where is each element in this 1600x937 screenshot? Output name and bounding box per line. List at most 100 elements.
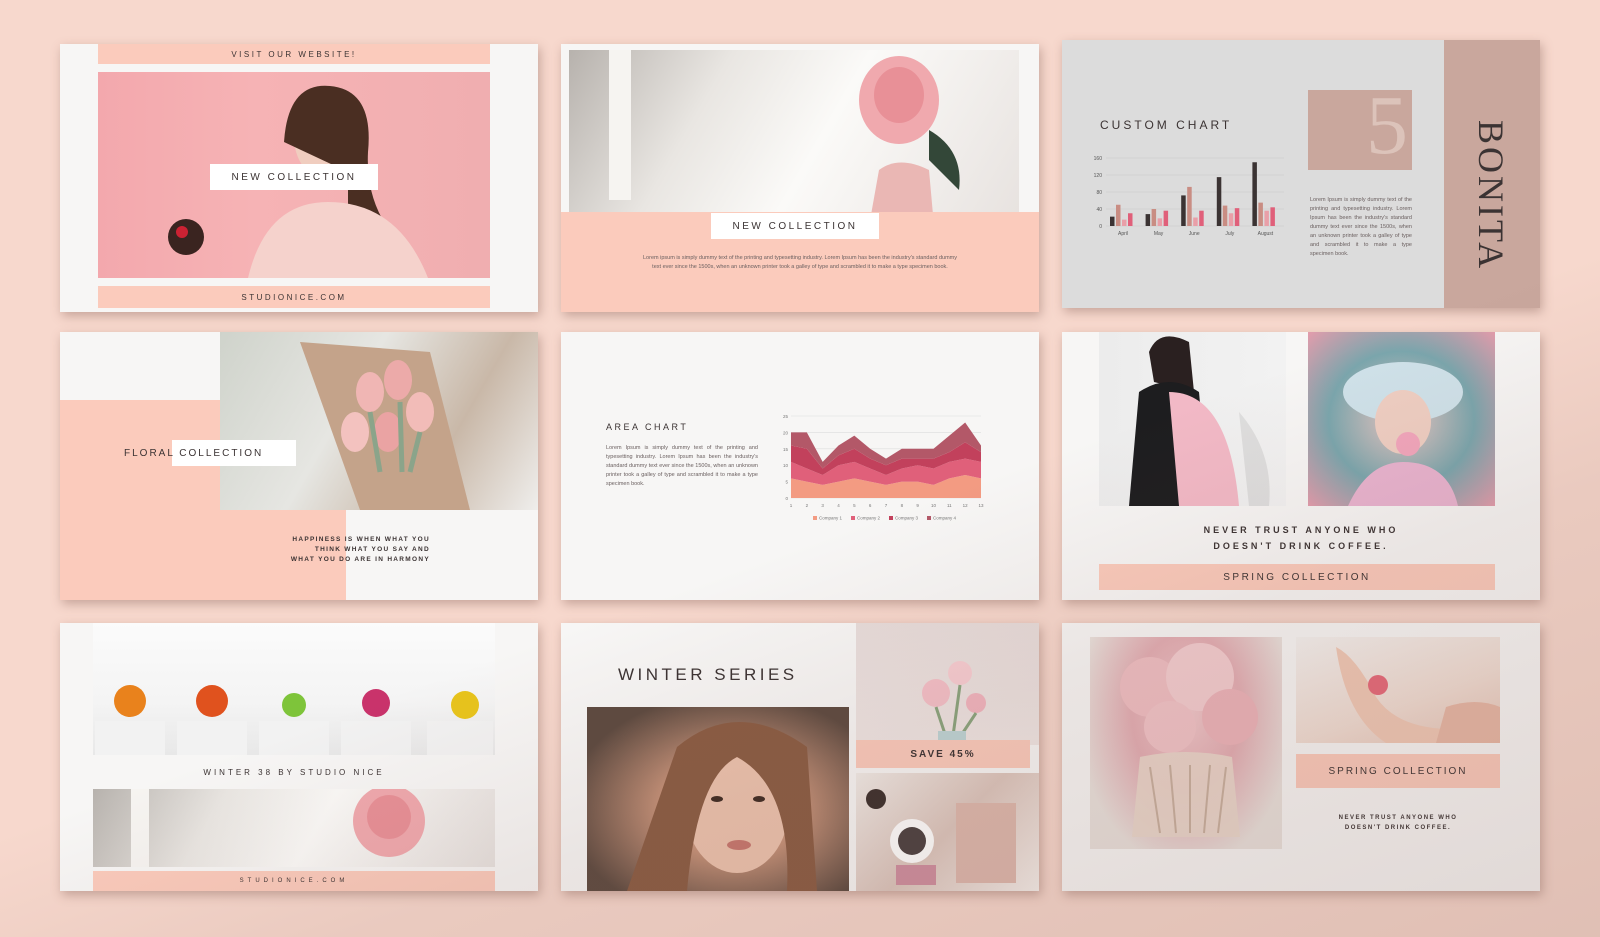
fashion-photo-left — [1099, 332, 1286, 506]
new-collection-label: NEW COLLECTION — [711, 213, 879, 239]
bar — [1234, 208, 1240, 226]
bar — [1128, 213, 1133, 226]
x-tick-label: 13 — [978, 503, 984, 508]
tulip-illustration — [300, 342, 470, 510]
hand-illustration — [1336, 647, 1500, 743]
quote-line: DOESN'T DRINK COFFEE. — [1213, 541, 1389, 551]
bar — [1193, 217, 1198, 226]
slide-winter-38[interactable]: WINTER 38 BY STUDIO NICE STUDIONICE.COM — [60, 623, 538, 891]
legend-label: Company 1 — [819, 516, 843, 521]
portrait-photo — [587, 707, 849, 891]
x-tick-label: 8 — [901, 503, 904, 508]
caption: WINTER 38 BY STUDIO NICE — [203, 768, 385, 777]
flatlay-photo — [856, 773, 1039, 891]
quote: NEVER TRUST ANYONE WHO DOESN'T DRINK COF… — [1062, 522, 1540, 554]
x-tick-label: 5 — [853, 503, 856, 508]
quote: HAPPINESS IS WHEN WHAT YOU THINK WHAT YO… — [280, 535, 430, 565]
body-text: Lorem ipsum is simply dummy text of the … — [643, 255, 957, 270]
label-text: NEW COLLECTION — [231, 171, 357, 183]
legend-swatch — [889, 516, 893, 520]
series-title: WINTER SERIES — [618, 665, 798, 684]
y-tick-label: 10 — [783, 463, 789, 468]
x-tick-label: June — [1189, 231, 1200, 237]
floral-collection-text: FLORAL COLLECTION — [124, 448, 264, 459]
y-tick-label: 40 — [1096, 207, 1102, 213]
blossom-illustration — [1120, 643, 1258, 837]
rose-illustration — [609, 50, 960, 226]
bar — [1110, 216, 1115, 226]
x-tick-label: April — [1118, 231, 1128, 237]
legend-label: Company 2 — [857, 516, 881, 521]
chart-title: AREA CHART — [606, 422, 689, 432]
y-tick-label: 80 — [1096, 190, 1102, 196]
bar — [1252, 162, 1257, 226]
x-tick-label: 9 — [916, 503, 919, 508]
y-tick-label: 20 — [783, 430, 789, 435]
quote-line: WHAT YOU DO ARE IN HARMONY — [290, 556, 430, 563]
y-tick-label: 120 — [1094, 173, 1103, 179]
legend-swatch — [813, 516, 817, 520]
rose-photo — [569, 50, 1019, 226]
bar — [1122, 219, 1127, 226]
quote-line: DOESN'T DRINK COFFEE. — [1344, 825, 1452, 831]
y-tick-label: 5 — [785, 480, 788, 485]
save-badge[interactable]: SAVE 45% — [856, 740, 1030, 768]
fashion-illustration-left — [1129, 336, 1270, 506]
bar — [1181, 195, 1186, 226]
bar — [1151, 209, 1157, 226]
quote: NEVER TRUST ANYONE WHO DOESN'T DRINK COF… — [1296, 813, 1500, 833]
blossom-photo — [1090, 637, 1282, 849]
slide-custom-chart[interactable]: CUSTOM CHART 5 0 40 80 120 160 April May June Ju… — [1062, 40, 1540, 308]
bar — [1216, 177, 1222, 226]
bar — [1163, 210, 1169, 226]
x-tick-label: 3 — [821, 503, 824, 508]
number-block: 5 — [1308, 90, 1412, 170]
y-tick-label: 160 — [1094, 156, 1103, 162]
bar — [1145, 214, 1151, 226]
brand-name: BONITA — [1471, 120, 1511, 272]
chart-title: CUSTOM CHART — [1100, 118, 1233, 132]
bottom-bar: STUDIONICE.COM — [93, 871, 495, 891]
portrait-illustration — [627, 722, 817, 891]
top-bar: VISIT OUR WEBSITE! — [98, 44, 490, 64]
slide-rose-collection[interactable]: NEW COLLECTION Lorem ipsum is simply dum… — [561, 44, 1039, 312]
cacti-photo — [93, 623, 495, 755]
x-tick-label: August — [1258, 231, 1274, 237]
tulip-photo — [220, 332, 538, 510]
lily-photo — [856, 623, 1039, 745]
flatlay-illustration — [866, 789, 1016, 885]
slide-spring-collection[interactable]: NEVER TRUST ANYONE WHO DOESN'T DRINK COF… — [1062, 332, 1540, 600]
x-tick-label: 7 — [885, 503, 888, 508]
slide-area-chart[interactable]: AREA CHART Lorem Ipsum is simply dummy t… — [561, 332, 1039, 600]
slide-spring-quote[interactable]: SPRING COLLECTION NEVER TRUST ANYONE WHO… — [1062, 623, 1540, 891]
bar — [1199, 210, 1204, 226]
slide-winter-series[interactable]: WINTER SERIES SAVE 45% — [561, 623, 1039, 891]
x-tick-label: 6 — [869, 503, 872, 508]
legend-label: Company 3 — [895, 516, 919, 521]
bar — [1116, 204, 1121, 226]
quote-line: NEVER TRUST ANYONE WHO — [1338, 815, 1458, 821]
fashion-illustration-right — [1343, 362, 1463, 506]
y-tick-label: 15 — [783, 447, 789, 452]
bottom-bar: STUDIONICE.COM — [98, 286, 490, 308]
slide-new-collection[interactable]: VISIT OUR WEBSITE! NEW COLLECTION STUDIO… — [60, 44, 538, 312]
bar — [1228, 213, 1234, 226]
new-collection-label: NEW COLLECTION — [210, 164, 378, 190]
chart-description: Lorem Ipsum is simply dummy text of the … — [1310, 197, 1412, 257]
y-tick-label: 0 — [785, 496, 788, 501]
bar-chart: 0 40 80 120 160 April May June July August — [1094, 156, 1284, 237]
legend-swatch — [851, 516, 855, 520]
rose-photo — [93, 789, 495, 867]
quote-line: THINK WHAT YOU SAY AND — [314, 546, 430, 553]
fashion-photo-right — [1308, 332, 1495, 506]
area-chart: 05101520251 2 3 4 5 6 7 8 9 10 11 12 13Company 1 Comp… — [783, 414, 984, 521]
legend-label: Company 4 — [933, 516, 957, 521]
rose-strip-illustration — [131, 789, 425, 867]
bar — [1264, 210, 1269, 226]
y-tick-label: 0 — [1099, 224, 1102, 230]
label-text: NEW COLLECTION — [732, 220, 858, 232]
website-text: STUDIONICE.COM — [239, 878, 349, 884]
bar — [1258, 202, 1263, 226]
website-text: STUDIONICE.COM — [241, 292, 347, 302]
slide-floral-collection[interactable]: FLORAL COLLECTION HAPPINESS IS WHEN WHAT… — [60, 332, 538, 600]
